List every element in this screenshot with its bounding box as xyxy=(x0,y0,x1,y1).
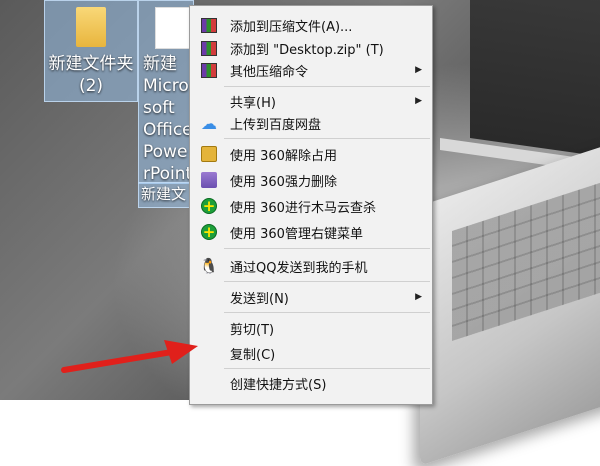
submenu-arrow-icon: ▶ xyxy=(415,96,422,106)
desktop-icon-label: 新建文本 xyxy=(141,185,187,203)
qq-icon: 🐧 xyxy=(199,257,219,275)
menu-item-other-compress-commands[interactable]: 其他压缩命令 ▶ xyxy=(190,59,432,81)
desktop-icon-label: 新建 Microsoft Office PowerPoint 演示文稿 xyxy=(143,54,193,184)
menu-item-360-force-delete[interactable]: 使用 360强力删除 xyxy=(190,169,432,191)
desktop-icon-label-line2: (2) xyxy=(78,76,104,96)
menu-separator xyxy=(224,368,430,369)
laptop-lid-image xyxy=(470,0,600,162)
menu-separator xyxy=(224,86,430,87)
menu-item-copy[interactable]: 复制(C) xyxy=(190,342,432,364)
menu-separator xyxy=(224,138,430,139)
menu-item-360-trojan-scan[interactable]: + 使用 360进行木马云查杀 xyxy=(190,195,432,217)
baidu-cloud-icon: ☁ xyxy=(201,113,217,133)
winrar-icon xyxy=(201,40,217,56)
menu-item-qq-send-phone[interactable]: 🐧 通过QQ发送到我的手机 xyxy=(190,255,432,277)
menu-item-add-to-desktop-zip[interactable]: 添加到 "Desktop.zip" (T) xyxy=(190,37,432,59)
menu-item-cut[interactable]: 剪切(T) xyxy=(190,317,432,339)
desktop-icon-new-text[interactable]: 新建文本 xyxy=(138,182,194,208)
red-annotation-arrow-icon xyxy=(61,340,198,373)
menu-item-360-unlock[interactable]: 使用 360解除占用 xyxy=(190,143,432,165)
desktop-icon-new-powerpoint[interactable]: 新建 Microsoft Office PowerPoint 演示文稿 xyxy=(138,0,194,184)
folder-icon xyxy=(76,7,106,47)
submenu-arrow-icon: ▶ xyxy=(415,292,422,302)
menu-item-create-shortcut[interactable]: 创建快捷方式(S) xyxy=(190,372,432,394)
menu-item-add-to-archive[interactable]: 添加到压缩文件(A)... xyxy=(190,14,432,36)
manage-360-icon: + xyxy=(201,223,217,241)
menu-item-share[interactable]: 共享(H) ▶ xyxy=(190,90,432,112)
menu-separator xyxy=(224,248,430,249)
menu-item-send-to[interactable]: 发送到(N) ▶ xyxy=(190,286,432,308)
desktop-icon-new-folder[interactable]: 新建文件夹 (2) xyxy=(44,0,138,102)
context-menu: 添加到压缩文件(A)... 添加到 "Desktop.zip" (T) 其他压缩… xyxy=(189,5,433,405)
shredder-360-icon xyxy=(201,172,217,188)
winrar-icon xyxy=(201,17,217,33)
menu-separator xyxy=(224,281,430,282)
winrar-icon xyxy=(201,62,217,78)
menu-item-360-manage-menu[interactable]: + 使用 360管理右键菜单 xyxy=(190,221,432,243)
submenu-arrow-icon: ▶ xyxy=(415,65,422,75)
unlock-360-icon xyxy=(201,146,217,162)
scan-360-icon: + xyxy=(201,197,217,215)
menu-item-upload-baidu[interactable]: ☁ 上传到百度网盘 xyxy=(190,112,432,134)
menu-separator xyxy=(224,312,430,313)
desktop-icon-label: 新建文件夹 xyxy=(48,54,134,74)
